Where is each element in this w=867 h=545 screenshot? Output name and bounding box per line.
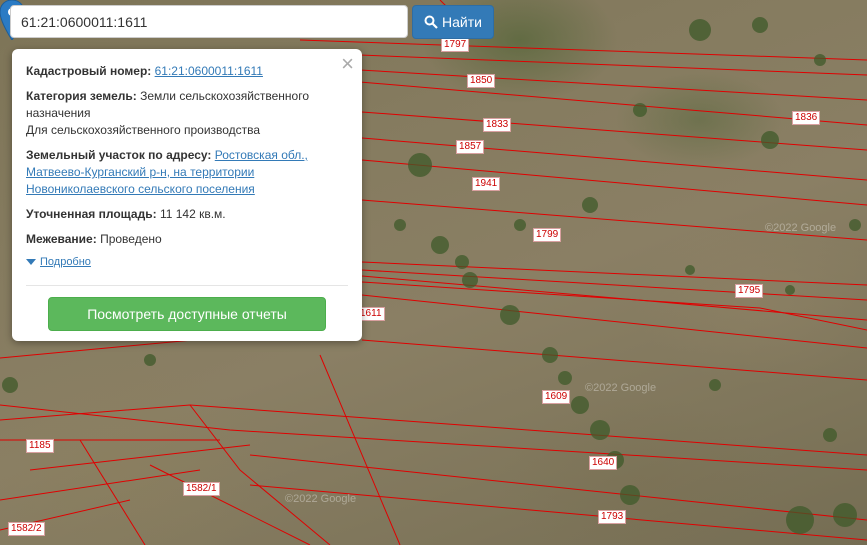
parcel-label[interactable]: 1857 bbox=[456, 140, 485, 154]
parcel-label[interactable]: 1941 bbox=[472, 177, 501, 191]
search-button-label: Найти bbox=[442, 14, 482, 30]
cadastral-label: Кадастровый номер: bbox=[26, 64, 152, 78]
parcel-label[interactable]: 1793 bbox=[598, 510, 627, 524]
divider bbox=[26, 285, 348, 286]
area-value: 11 142 кв.м. bbox=[159, 207, 226, 221]
parcel-label[interactable]: 1640 bbox=[589, 456, 618, 470]
category-usage: Для сельскохозяйственного производства bbox=[26, 123, 261, 137]
parcel-label[interactable]: 1582/1 bbox=[183, 482, 220, 496]
parcel-label[interactable]: 1609 bbox=[542, 390, 571, 404]
survey-label: Межевание: bbox=[26, 232, 97, 246]
parcel-label[interactable]: 1799 bbox=[533, 228, 562, 242]
details-link[interactable]: Подробно bbox=[40, 256, 91, 268]
map-watermark: ©2022 Google bbox=[285, 493, 357, 505]
parcel-label[interactable]: 1836 bbox=[792, 111, 821, 125]
search-icon bbox=[424, 15, 438, 29]
view-reports-button[interactable]: Посмотреть доступные отчеты bbox=[48, 297, 326, 331]
details-toggle[interactable]: Подробно bbox=[26, 256, 348, 268]
parcel-label[interactable]: 1582/2 bbox=[8, 522, 45, 536]
parcel-info-popup: × Кадастровый номер: 61:21:0600011:1611 … bbox=[12, 49, 362, 341]
search-input[interactable] bbox=[10, 5, 408, 38]
area-label: Уточненная площадь: bbox=[26, 207, 157, 221]
search-button[interactable]: Найти bbox=[412, 5, 494, 39]
cadastral-number-link[interactable]: 61:21:0600011:1611 bbox=[155, 64, 263, 78]
parcel-label[interactable]: 1850 bbox=[467, 74, 496, 88]
category-label: Категория земель: bbox=[26, 89, 137, 103]
parcel-label[interactable]: 1833 bbox=[483, 118, 512, 132]
map-watermark: ©2022 Google bbox=[585, 382, 657, 394]
parcel-label[interactable]: 1185 bbox=[26, 439, 54, 453]
survey-value: Проведено bbox=[100, 232, 162, 246]
close-icon[interactable]: × bbox=[341, 53, 354, 75]
address-label: Земельный участок по адресу: bbox=[26, 148, 212, 162]
parcel-label[interactable]: 1797 bbox=[441, 38, 470, 52]
caret-down-icon bbox=[26, 259, 36, 265]
map-watermark: ©2022 Google bbox=[765, 222, 837, 234]
parcel-label[interactable]: 1795 bbox=[735, 284, 764, 298]
